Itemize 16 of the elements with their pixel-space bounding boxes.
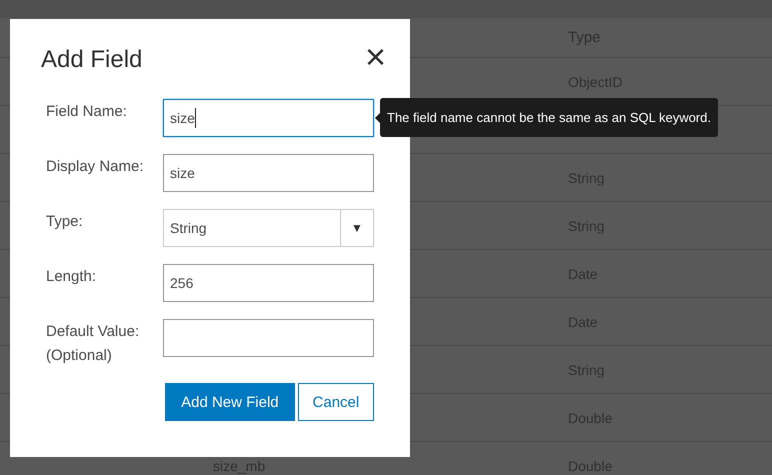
field-label: Length: bbox=[46, 267, 98, 287]
field-label: (Optional) bbox=[46, 346, 113, 366]
input-field[interactable] bbox=[163, 319, 374, 357]
input-field[interactable]: size bbox=[163, 99, 374, 137]
field-label: Type: bbox=[46, 212, 84, 232]
cancel-button[interactable]: Cancel bbox=[298, 383, 374, 421]
input-field[interactable]: size bbox=[163, 154, 374, 192]
close-button[interactable]: × bbox=[364, 39, 386, 75]
dialog-title: Add Field bbox=[41, 46, 142, 74]
add-field-button[interactable]: Add New Field bbox=[165, 383, 295, 421]
field-label: Display Name: bbox=[46, 157, 145, 177]
tooltip: The field name cannot be the same as an SQL keyword. bbox=[375, 98, 718, 137]
field-label: Field Name: bbox=[46, 102, 128, 122]
field-label: Default Value: bbox=[46, 322, 140, 342]
input-field[interactable]: 256 bbox=[163, 264, 374, 302]
type-dropdown[interactable]: String ▼ bbox=[163, 209, 374, 247]
